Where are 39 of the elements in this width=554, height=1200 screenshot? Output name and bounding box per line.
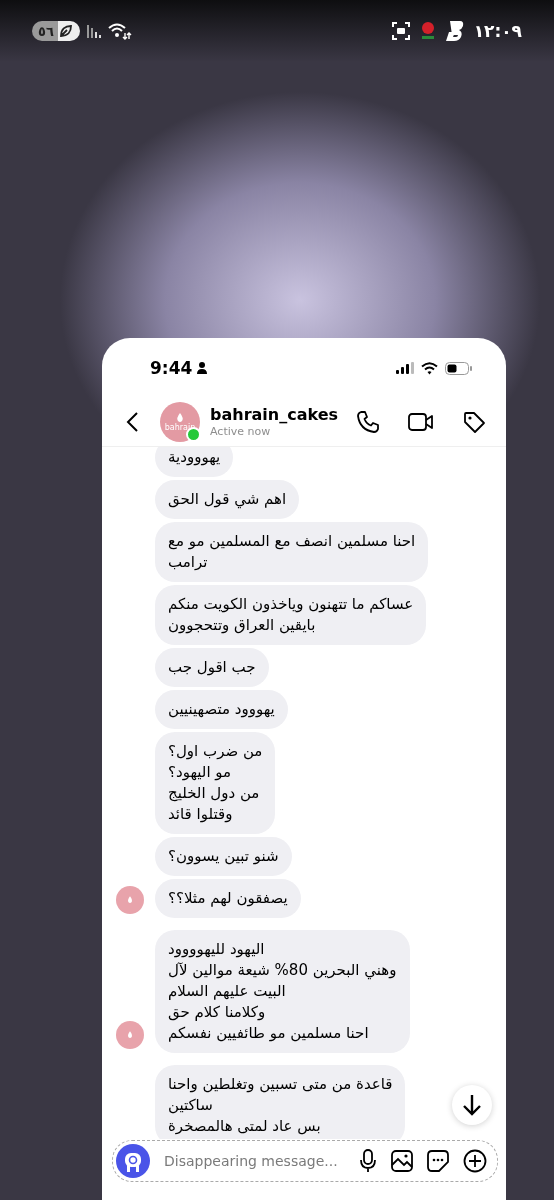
signal-icon <box>85 23 102 39</box>
video-call-icon[interactable] <box>408 412 434 432</box>
message-bubble[interactable]: اليهود لليهوووود وهني البحرين 80% شيعة موالين لآل البيت عليهم السلام وكلامنا كلام حق احنا مسلمين مو طائفيين نفسكم <box>155 930 410 1053</box>
message-bubble[interactable]: من ضرب اول؟ مو اليهود؟ من دول الخليج وقتلوا قائد <box>155 732 276 834</box>
status-time: 9:44 <box>150 358 193 378</box>
back-icon[interactable] <box>126 411 140 433</box>
camera-icon[interactable] <box>116 1144 150 1178</box>
message-bubble[interactable]: احنا مسلمين انصف مع المسلمين مو مع ترامب <box>155 522 429 582</box>
app-card[interactable] <box>102 338 506 1200</box>
presence-status: Active now <box>210 425 272 439</box>
message-bubble[interactable]: قاعدة من متى تسبين وتغلطين واحنا ساكتين بس عاد لمتى هالمصخرة <box>155 1065 406 1139</box>
username[interactable]: bahrain_cakes <box>210 405 356 425</box>
person-icon <box>197 362 208 374</box>
signal-icon <box>396 362 414 374</box>
message-input[interactable]: Disappearing message... <box>164 1153 343 1169</box>
tag-icon[interactable] <box>462 410 486 434</box>
message-bubble[interactable]: جب اقول جب <box>155 648 269 687</box>
message-bubble[interactable]: يهووود متصهينيين <box>155 690 288 729</box>
battery-icon <box>445 361 472 375</box>
message-bubble[interactable]: يهووودية <box>155 447 234 477</box>
clock-text: ١٢:٠٩ <box>473 21 522 41</box>
battery-indicator: ٥٦ <box>32 21 80 41</box>
message-bubble[interactable]: يصفقون لهم مثلا؟؟ <box>155 879 301 918</box>
message-bubble[interactable]: عساكم ما تتهنون وياخذون الكويت منكم بايقين العراق وتتحجوون <box>155 585 427 645</box>
plus-icon[interactable] <box>463 1149 487 1173</box>
image-icon[interactable] <box>391 1150 413 1172</box>
wifi-icon <box>421 361 438 375</box>
scroll-down-button[interactable] <box>452 1085 492 1125</box>
b-logo-icon <box>444 20 465 42</box>
wifi-icon <box>107 21 132 41</box>
message-bubble[interactable]: اهم شي قول الحق <box>155 480 300 519</box>
sticker-icon[interactable] <box>427 1150 449 1172</box>
app-icon <box>419 21 436 41</box>
microphone-icon[interactable] <box>359 1149 377 1173</box>
message-bubble[interactable]: شنو تبين يسوون؟ <box>155 837 292 876</box>
leaf-icon <box>57 23 74 39</box>
screenshot-icon <box>390 21 411 41</box>
phone-icon[interactable] <box>356 410 380 434</box>
arrow-down-icon <box>462 1094 482 1116</box>
